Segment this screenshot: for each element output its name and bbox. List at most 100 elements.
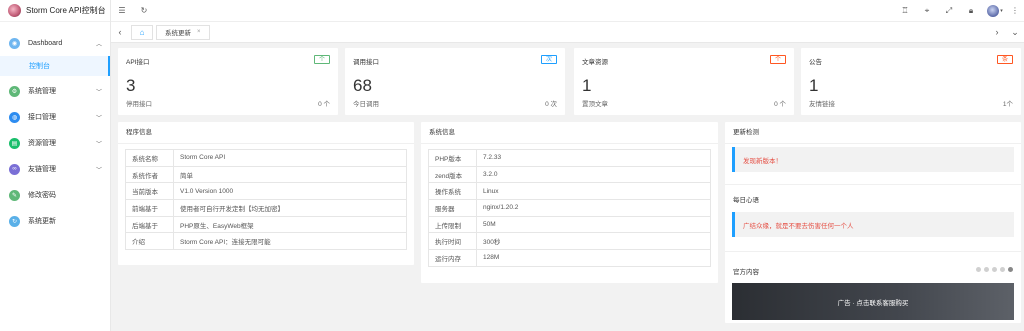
table-row: 介绍 Storm Core API：连接无限可能 — [125, 232, 407, 251]
sidebar-item-update[interactable]: ↻ 系统更新 — [0, 208, 110, 234]
system-info-table: PHP版本 7.2.33 zend版本 3.2.0 操作系统 Linux 服务器 ngi… — [428, 149, 711, 267]
system-info-panel: 系统信息 PHP版本 7.2.33 zend版本 3.2.0 操作系统 Linux 服… — [421, 122, 718, 283]
info-key: 当前版本 — [125, 182, 174, 201]
daily-words-notice: 广结众缘，就是不要去伤害任何一个人 — [732, 212, 1014, 237]
info-value: 7.2.33 — [476, 149, 711, 167]
table-row: 当前版本 V1.0 Version 1000 — [125, 182, 407, 201]
stat-sub-value: 1个 — [1002, 101, 1013, 108]
update-notice[interactable]: 发现新版本！ — [732, 147, 1014, 172]
stat-card-calls: 调用接口 次 68 今日调用 0 次 — [345, 48, 565, 115]
sidebar-menu: ◉ Dashboard ︿ 控制台 ⚙ 系统管理 ﹀ ◍ 接口管理 ﹀ ▤ 资源… — [0, 22, 110, 234]
stat-sub-label: 友情链接 — [809, 101, 835, 108]
tab-label: 系统更新 — [165, 30, 191, 37]
top-header: ☰ ↻ ♖ ⌖ ⤢ 🔒︎ ▾ ⋮ — [111, 0, 1024, 22]
stat-title: 公告 — [809, 59, 822, 66]
more-icon[interactable]: ⋮ — [1008, 0, 1022, 22]
menu-toggle-icon[interactable]: ☰ — [111, 0, 133, 22]
fullscreen-icon[interactable]: ⤢ — [938, 0, 960, 22]
tag-icon[interactable]: ⌖ — [916, 0, 938, 22]
stat-value: 1 — [809, 76, 819, 95]
table-row: 后端基于 PHP原生、EasyWeb框架 — [125, 215, 407, 234]
info-key: 系统作者 — [125, 165, 174, 184]
sidebar-item-resource[interactable]: ▤ 资源管理 ﹀ — [0, 130, 110, 156]
stat-badge: 次 — [540, 55, 557, 64]
sidebar-item-label: 资源管理 — [28, 140, 56, 147]
info-key: 上传限制 — [428, 215, 477, 234]
divider — [725, 184, 1021, 185]
table-row: 系统名称 Storm Core API — [125, 149, 407, 167]
stat-sub-label: 今日调用 — [353, 101, 379, 108]
app-logo[interactable]: Storm Core API控制台 — [0, 0, 110, 22]
ad-banner[interactable]: 广告 · 点击联系客服购买 — [732, 283, 1014, 320]
stat-badge: 个 — [313, 55, 330, 64]
info-value: nginx/1.20.2 — [476, 199, 711, 217]
stat-value: 1 — [582, 76, 592, 95]
sidebar-item-api[interactable]: ◍ 接口管理 ﹀ — [0, 104, 110, 130]
theme-icon[interactable]: ♖ — [894, 0, 916, 22]
sidebar-item-links[interactable]: ∞ 友链管理 ﹀ — [0, 156, 110, 182]
home-tab-icon[interactable]: ⌂ — [131, 24, 153, 40]
sidebar-item-label: 修改密码 — [28, 192, 56, 199]
program-info-panel: 程序信息 系统名称 Storm Core API 系统作者 简单 当前版本 V1.0 … — [118, 122, 414, 265]
carousel-dot-active[interactable] — [1008, 267, 1013, 272]
stat-sub-value: 0 个 — [774, 101, 786, 108]
table-row: 前端基于 使用者可自行开发定制【均无加密】 — [125, 199, 407, 217]
table-row: zend版本 3.2.0 — [428, 165, 711, 184]
chevron-down-icon: ﹀ — [95, 142, 102, 148]
sidebar-item-system[interactable]: ⚙ 系统管理 ﹀ — [0, 78, 110, 104]
stat-card-articles: 文章资源 个 1 置顶文章 0 个 — [574, 48, 794, 115]
refresh-icon[interactable]: ↻ — [133, 0, 155, 22]
stat-title: 调用接口 — [353, 59, 379, 66]
carousel-dot[interactable] — [1000, 267, 1005, 272]
table-row: 上传限制 50M — [428, 215, 711, 234]
settings-icon: ⚙ — [9, 85, 20, 97]
api-icon: ◍ — [9, 111, 20, 123]
sidebar-subitem-console[interactable]: 控制台 — [0, 56, 110, 76]
tab-dropdown-icon[interactable]: ⌄ — [1006, 22, 1024, 43]
avatar — [987, 4, 1000, 17]
tab-scroll-left-icon[interactable]: ‹ — [111, 22, 129, 43]
panel-title: 程序信息 — [118, 122, 414, 144]
chevron-up-icon: ︿ — [95, 42, 102, 48]
info-key: 运行内存 — [428, 249, 477, 267]
program-info-table: 系统名称 Storm Core API 系统作者 简单 当前版本 V1.0 Versi… — [125, 149, 407, 251]
info-value: 使用者可自行开发定制【均无加密】 — [173, 199, 407, 217]
user-menu[interactable]: ▾ — [982, 0, 1008, 22]
tab-scroll-right-icon[interactable]: › — [988, 22, 1006, 43]
official-content-title: 官方内容 — [733, 269, 759, 276]
caret-down-icon: ▾ — [1000, 7, 1003, 14]
carousel-dot[interactable] — [984, 267, 989, 272]
stat-badge: 条 — [996, 55, 1013, 64]
stat-card-notice: 公告 条 1 友情链接 1个 — [801, 48, 1021, 115]
logo-image — [8, 4, 21, 17]
close-icon[interactable]: × — [197, 29, 201, 35]
divider — [725, 251, 1021, 252]
lock-icon[interactable]: 🔒︎ — [960, 0, 982, 22]
stat-value: 68 — [353, 76, 372, 95]
stat-card-api: API接口 个 3 停用接口 0 个 — [118, 48, 338, 115]
stat-sub-value: 0 个 — [318, 101, 330, 108]
chevron-down-icon: ﹀ — [95, 90, 102, 96]
stat-sub-label: 停用接口 — [126, 101, 152, 108]
carousel-dot[interactable] — [992, 267, 997, 272]
sidebar-item-label: 系统更新 — [28, 218, 56, 225]
panel-title: 系统信息 — [421, 122, 718, 144]
tab-system-update[interactable]: 系统更新 × — [156, 24, 210, 40]
sidebar-item-dashboard[interactable]: ◉ Dashboard ︿ — [0, 30, 110, 56]
info-value: 50M — [476, 215, 711, 234]
info-value: Linux — [476, 182, 711, 201]
update-check-title: 更新检测 — [725, 122, 1021, 144]
sidebar-item-label: 接口管理 — [28, 114, 56, 121]
update-icon: ↻ — [9, 215, 20, 227]
info-key: 系统名称 — [125, 149, 174, 167]
info-value: 128M — [476, 249, 711, 267]
info-value: Storm Core API — [173, 149, 407, 167]
info-value: 300秒 — [476, 232, 711, 251]
table-row: 执行时间 300秒 — [428, 232, 711, 251]
stat-title: API接口 — [126, 59, 150, 66]
sidebar: Storm Core API控制台 ◉ Dashboard ︿ 控制台 ⚙ 系统… — [0, 0, 111, 331]
sidebar-item-label: Dashboard — [28, 39, 63, 47]
sidebar-item-password[interactable]: ✎ 修改密码 — [0, 182, 110, 208]
resource-icon: ▤ — [9, 137, 20, 149]
carousel-dot[interactable] — [976, 267, 981, 272]
